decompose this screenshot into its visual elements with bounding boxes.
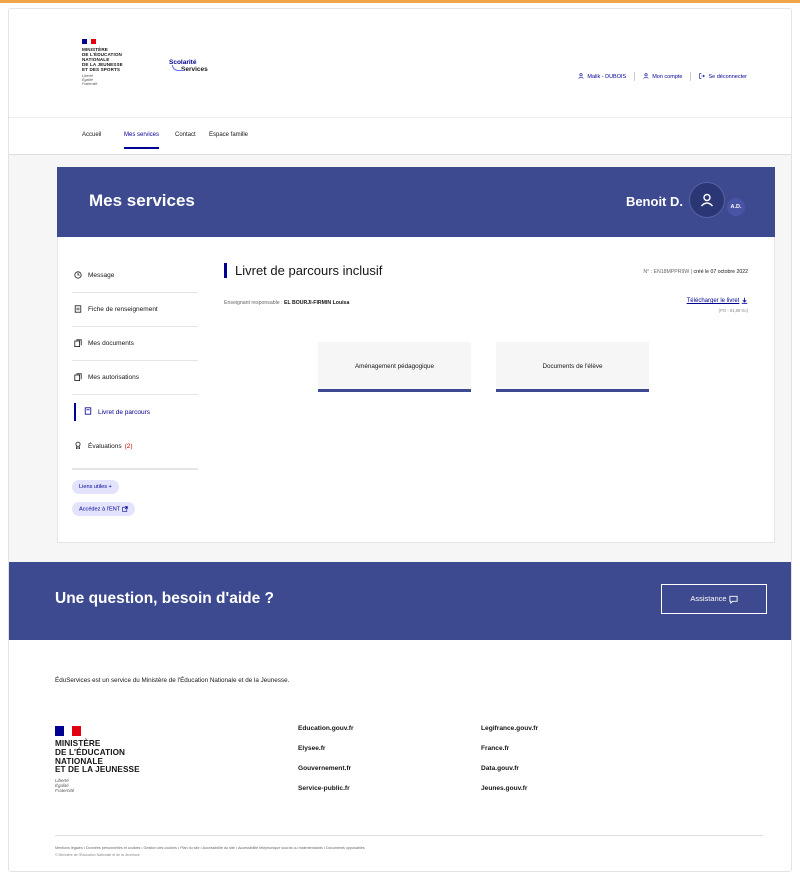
- footer-ministry-name: Ministère de l'Éducation nationale et de…: [55, 739, 140, 775]
- footer-link[interactable]: Jeunes.gouv.fr: [481, 785, 538, 805]
- documents-icon: [74, 338, 84, 349]
- page-title: Mes services: [89, 191, 195, 210]
- chat-icon: [729, 595, 738, 604]
- sidebar: Message Fiche de renseignement Mes docum…: [72, 259, 198, 517]
- sidebar-item-livret[interactable]: Livret de parcours: [72, 395, 198, 429]
- form-icon: [74, 304, 84, 315]
- initials-badge[interactable]: A.D.: [725, 196, 747, 218]
- footer-description: ÉduServices est un service du Ministère …: [55, 677, 290, 684]
- useful-links-chip[interactable]: Liens utiles +: [72, 480, 119, 494]
- logout-icon: [699, 73, 706, 80]
- sidebar-item-message[interactable]: Message: [72, 259, 198, 293]
- livret-meta: N° : EN18MPPR9W | créé le 07 octobre 202…: [643, 269, 748, 275]
- footer-links-col2: Legifrance.gouv.fr France.fr Data.gouv.f…: [481, 725, 538, 805]
- footer-links-col1: Education.gouv.fr Elysee.fr Gouvernement…: [298, 725, 354, 805]
- livret-created-date: créé le 07 octobre 2022: [693, 269, 748, 275]
- banner-user-name: Benoit D.: [625, 194, 683, 209]
- footer-ministry-logo[interactable]: Ministère de l'Éducation nationale et de…: [55, 726, 140, 793]
- help-title: Une question, besoin d'aide ?: [55, 590, 274, 607]
- services-banner: Mes services Benoit D. A.D.: [57, 167, 775, 237]
- page: Ministère de l'Éducation nationale de la…: [8, 8, 792, 872]
- scolarite-services-logo[interactable]: Scolarité Services: [169, 59, 208, 73]
- header-tools: Malik - DUBOIS Mon compte Se déconnecter: [578, 72, 747, 81]
- user-icon: [700, 193, 714, 207]
- livret-number: N° : EN18MPPR9W: [643, 269, 690, 275]
- clock-icon: [74, 270, 84, 281]
- frame-accent: [0, 0, 800, 3]
- footer-link[interactable]: France.fr: [481, 745, 538, 765]
- tile-documents-eleve[interactable]: Documents de l'élève: [496, 342, 649, 392]
- account-icon: [643, 73, 649, 80]
- header-user-name[interactable]: Malik - DUBOIS: [587, 74, 626, 80]
- ministry-logo[interactable]: Ministère de l'Éducation nationale de la…: [82, 39, 152, 86]
- help-band: Une question, besoin d'aide ? Assistance: [9, 562, 791, 640]
- tools-divider: [634, 72, 636, 81]
- download-livret-link[interactable]: Télécharger le livret: [687, 298, 740, 304]
- footer-link[interactable]: Service-public.fr: [298, 785, 354, 805]
- footer-legal-links[interactable]: Mentions légales • Données personnelles …: [55, 846, 365, 850]
- nav-item-contact[interactable]: Contact: [175, 132, 196, 138]
- footer-link[interactable]: Data.gouv.fr: [481, 765, 538, 785]
- footer-link[interactable]: Gouvernement.fr: [298, 765, 354, 785]
- site-footer: ÉduServices est un service du Ministère …: [9, 640, 791, 871]
- external-link-icon: [121, 506, 128, 512]
- booklet-icon: [84, 407, 94, 417]
- avatar[interactable]: [689, 182, 725, 218]
- ministry-motto: Liberté Égalité Fraternité: [82, 74, 98, 86]
- sidebar-item-evaluations[interactable]: Évaluations (2): [72, 429, 198, 463]
- sidebar-item-autorisations[interactable]: Mes autorisations: [72, 361, 198, 395]
- sidebar-item-fiche[interactable]: Fiche de renseignement: [72, 293, 198, 327]
- livret-title: Livret de parcours inclusif: [224, 263, 382, 278]
- ent-access-chip[interactable]: Accédez à l'ENT: [72, 502, 135, 517]
- nav-item-espace-famille[interactable]: Espace famille: [209, 132, 248, 138]
- teacher-name: EL BOURJI-FIRMIN Louisa: [284, 300, 350, 306]
- teacher-line: Enseignant responsable : EL BOURJI-FIRMI…: [224, 300, 350, 306]
- footer-link[interactable]: Legifrance.gouv.fr: [481, 725, 538, 745]
- flag-icon: [82, 39, 97, 44]
- ministry-name: Ministère de l'Éducation nationale de la…: [82, 47, 123, 72]
- nav-item-accueil[interactable]: Accueil: [82, 132, 101, 138]
- flag-icon: [55, 726, 82, 736]
- footer-divider: [55, 835, 763, 836]
- assistance-button[interactable]: Assistance: [661, 584, 767, 614]
- tools-divider: [690, 72, 692, 81]
- evaluations-count: (2): [124, 442, 133, 450]
- logout-link[interactable]: Se déconnecter: [708, 74, 747, 80]
- my-account-link[interactable]: Mon compte: [652, 74, 682, 80]
- main-nav: Accueil Mes services Contact Espace fami…: [9, 117, 791, 155]
- footer-copyright: © Ministère de l'Éducation Nationale et …: [55, 853, 140, 857]
- footer-link[interactable]: Education.gouv.fr: [298, 725, 354, 745]
- download-icon[interactable]: [741, 297, 748, 304]
- nav-item-mes-services[interactable]: Mes services: [124, 132, 160, 149]
- tile-amenagement-pedagogique[interactable]: Aménagement pédagogique: [318, 342, 471, 392]
- documents-icon: [74, 372, 84, 383]
- site-header: Ministère de l'Éducation nationale de la…: [9, 9, 791, 117]
- download-file-size: (PO - 61,88 Ko): [718, 308, 748, 314]
- footer-motto: Liberté Égalité Fraternité: [55, 778, 75, 794]
- download-block: Télécharger le livret (PO - 61,88 Ko): [687, 297, 748, 313]
- sidebar-item-documents[interactable]: Mes documents: [72, 327, 198, 361]
- user-icon: [578, 73, 585, 80]
- award-icon: [74, 441, 84, 451]
- footer-link[interactable]: Elysee.fr: [298, 745, 354, 765]
- content-card: Message Fiche de renseignement Mes docum…: [57, 237, 775, 543]
